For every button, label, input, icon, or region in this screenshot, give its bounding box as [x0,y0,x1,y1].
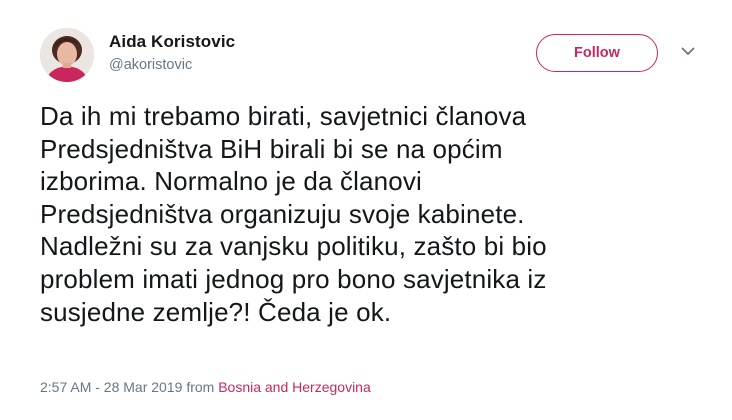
tweet-text-line: izborima. Normalno je da članovi [40,166,422,197]
tweet-meta: 2:57 AM - 28 Mar 2019 from Bosnia and He… [40,378,371,396]
tweet-card: Aida Koristovic @akoristovic Follow Da i… [0,0,732,420]
author-display-name[interactable]: Aida Koristovic [109,32,235,52]
avatar-image [40,28,94,82]
chevron-down-icon [681,47,695,55]
tweet-menu-button[interactable] [678,44,698,58]
from-label: from [186,379,219,395]
tweet-text-line: susjedne zemlje?! Čeda je ok. [40,296,392,327]
avatar[interactable] [40,28,94,82]
tweet-timestamp[interactable]: 2:57 AM - 28 Mar 2019 [40,379,182,395]
tweet-text-line: Predsjedništva BiH birali bi se na općim [40,133,503,164]
author-handle[interactable]: @akoristovic [109,56,235,74]
tweet-text-line: Predsjedništva organizuju svoje kabinete… [40,198,525,229]
tweet-text-line: problem imati jednog pro bono savjetnika… [40,263,547,294]
tweet-text-line: Nadležni su za vanjsku politiku, zašto b… [40,231,547,262]
author-block: Aida Koristovic @akoristovic [109,32,235,74]
tweet-text: Da ih mi trebamo birati, savjetnici član… [40,100,720,328]
tweet-location-link[interactable]: Bosnia and Herzegovina [218,379,371,395]
tweet-text-line: Da ih mi trebamo birati, savjetnici član… [40,101,527,131]
follow-button[interactable]: Follow [536,34,658,72]
